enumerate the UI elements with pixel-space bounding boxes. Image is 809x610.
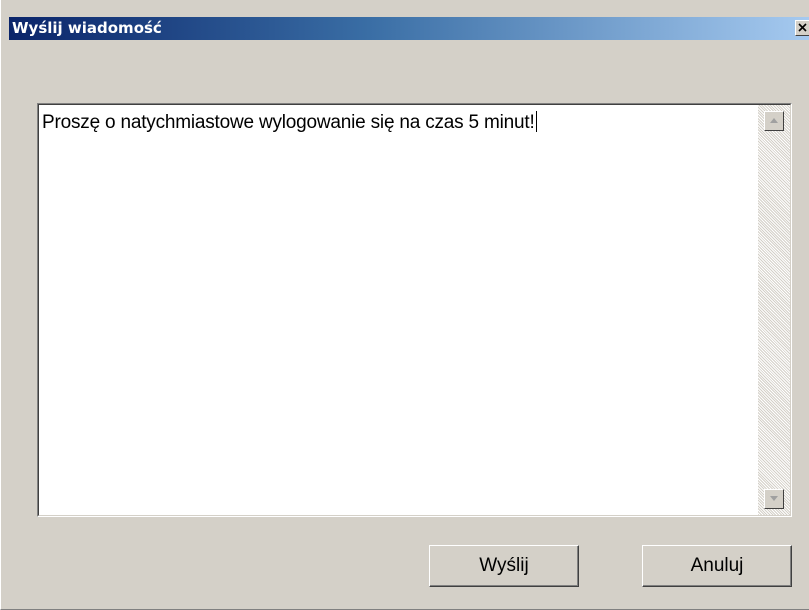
message-content: Proszę o natychmiastowe wylogowanie się … [42,112,535,133]
text-caret [535,111,537,132]
scroll-down-button[interactable] [764,489,784,509]
send-button[interactable]: Wyślij [429,545,579,587]
message-textarea[interactable]: Proszę o natychmiastowe wylogowanie się … [37,103,792,517]
scroll-up-arrow-icon [770,118,778,123]
send-message-dialog: Wyślij wiadomość Proszę o natychmiastowe… [0,0,809,610]
message-textarea-inner[interactable]: Proszę o natychmiastowe wylogowanie się … [38,104,791,516]
title-bar[interactable]: Wyślij wiadomość [9,17,809,40]
scroll-down-arrow-icon [770,496,778,501]
scroll-up-button[interactable] [764,111,784,131]
message-text[interactable]: Proszę o natychmiastowe wylogowanie się … [42,111,537,134]
close-icon [798,23,807,32]
vertical-scrollbar[interactable] [758,105,790,515]
dialog-title: Wyślij wiadomość [12,19,162,37]
cancel-button[interactable]: Anuluj [642,545,792,587]
close-button[interactable] [795,20,809,36]
